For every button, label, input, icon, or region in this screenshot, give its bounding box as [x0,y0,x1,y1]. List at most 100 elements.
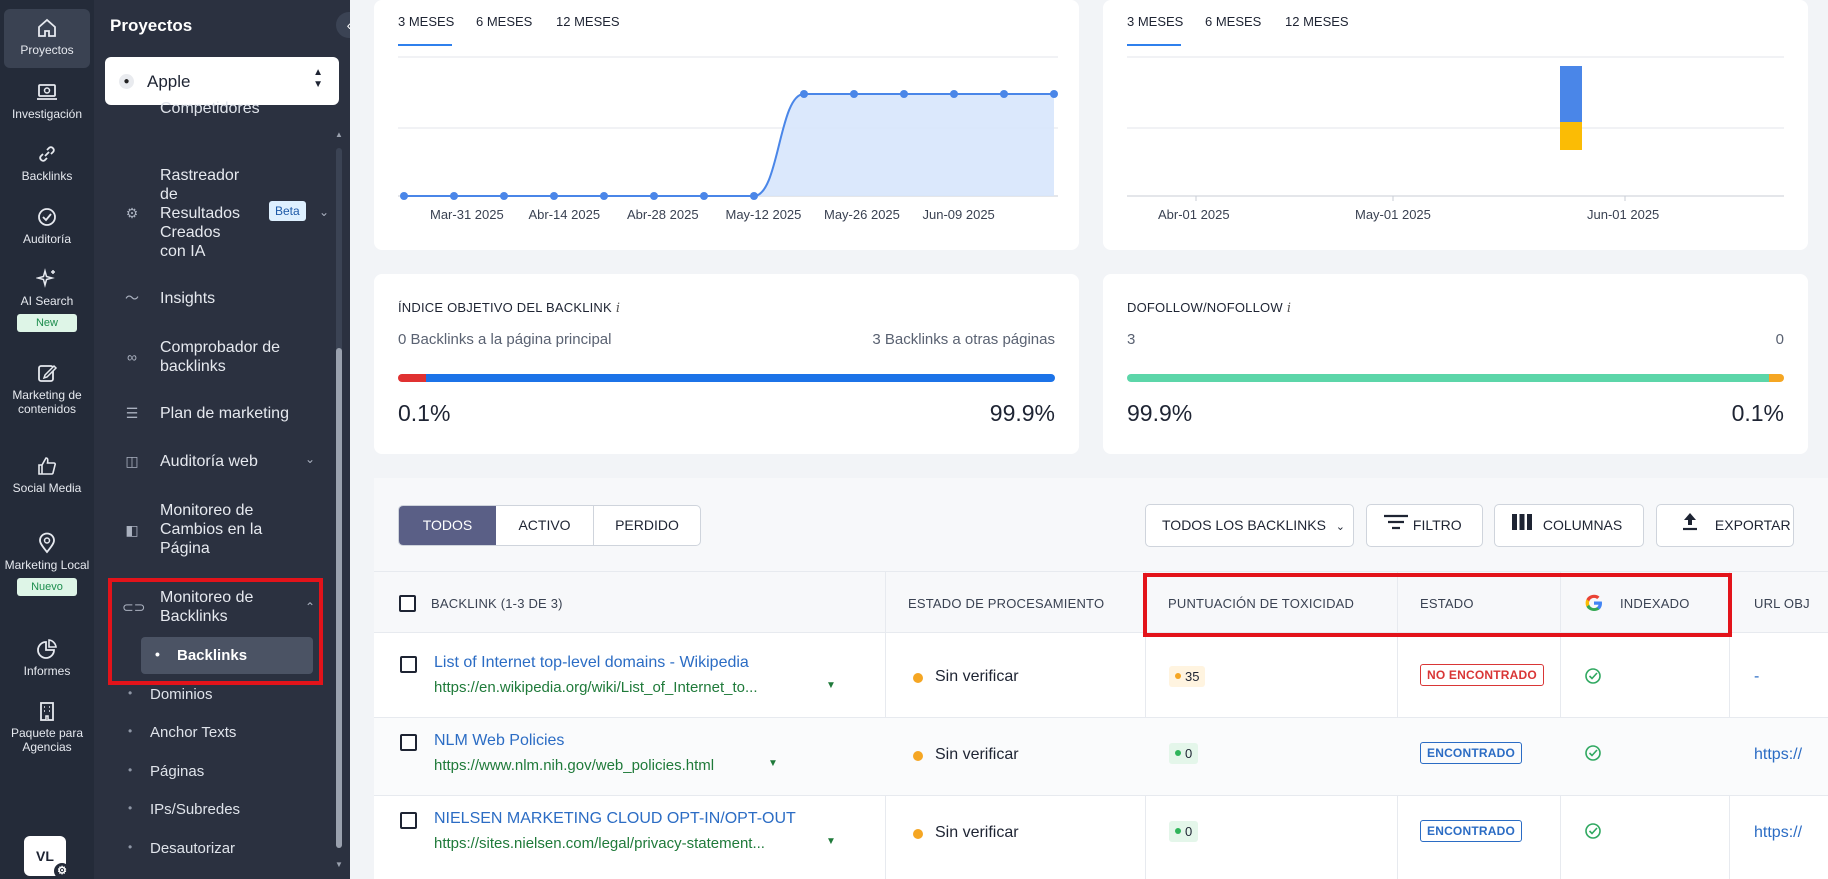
backlink-url-link[interactable]: https://www.nlm.nih.gov/web_policies.htm… [434,757,714,774]
target-url-link[interactable]: - [1754,668,1759,686]
export-button[interactable]: EXPORTAR [1656,504,1794,547]
data-point [550,192,558,200]
metric-title-text: DOFOLLOW/NOFOLLOW [1127,300,1283,315]
scroll-down-icon[interactable]: ▼ [335,860,343,869]
row-checkbox[interactable] [400,734,417,751]
column-header-backlink[interactable]: BACKLINK (1-3 DE 3) [431,596,563,611]
info-icon[interactable]: i [616,301,620,316]
rail-item-proyectos[interactable]: Proyectos [4,9,90,68]
column-header-processing[interactable]: ESTADO DE PROCESAMIENTO [908,596,1104,611]
scroll-thumb[interactable] [336,348,342,848]
rail-item-auditoria[interactable]: Auditoría [4,206,90,246]
data-point [450,192,458,200]
segment-perdido[interactable]: PERDIDO [594,506,700,545]
rail-item-informes[interactable]: Informes [4,638,90,678]
ai-tracker-icon: ⚙ [125,205,139,221]
rail-item-investigacion[interactable]: Investigación [4,81,90,121]
chevron-up-icon: ⌃ [305,600,316,614]
caret-down-icon[interactable]: ▼ [826,836,836,847]
rail-label: Marketing de contenidos [12,388,82,416]
sidebar-item-monitoreo-backlinks[interactable]: ⊂⊃ Monitoreo de Backlinks ⌃ [110,588,320,628]
link-icon [39,146,55,162]
target-url-link[interactable]: https:// [1754,746,1802,764]
ratio-bar [1127,374,1784,382]
upload-icon [1681,506,1711,547]
collapse-sidebar-button[interactable]: ‹ [336,12,350,38]
left-rail: Proyectos Investigación Backlinks Audito… [0,0,94,879]
sidebar-subitem-dominios[interactable]: Dominios [128,686,212,703]
data-point [400,192,408,200]
gear-icon[interactable]: ⚙ [54,863,70,879]
backlink-url-link[interactable]: https://sites.nielsen.com/legal/privacy-… [434,835,765,852]
caret-down-icon[interactable]: ▼ [768,758,778,769]
info-icon[interactable]: i [1287,301,1291,316]
row-checkbox[interactable] [400,656,417,673]
thumbs-up-icon [38,457,56,475]
all-backlinks-dropdown[interactable]: TODOS LOS BACKLINKS ⌄ [1145,504,1354,547]
row-checkbox[interactable] [400,812,417,829]
metric-left-value: 0.1% [398,400,451,426]
sidebar-item-label: Competidores [160,100,260,116]
x-tick-label: Mar-31 2025 [430,207,504,222]
target-index-card: ÍNDICE OBJETIVO DEL BACKLINK i 0 Backlink… [374,274,1079,454]
caret-down-icon[interactable]: ▼ [826,680,836,691]
bar-segment [1560,66,1582,122]
indexed-check-icon [1585,745,1601,761]
sidebar-item-label: Monitoreo de Backlinks [160,589,254,625]
sidebar-item-auditoria-web[interactable]: ◫ Auditoría web ⌄ [110,452,320,474]
x-tick-label: Abr-01 2025 [1158,207,1230,222]
google-icon [1584,593,1604,618]
backlink-title-link[interactable]: NLM Web Policies [434,732,564,750]
metric-left-sub: 0 Backlinks a la página principal [398,331,612,348]
sidebar-item-rastreador-ia[interactable]: ⚙ Rastreador de Resultados Creados con I… [110,166,329,262]
segment-activo[interactable]: ACTIVO [496,506,594,545]
columns-button[interactable]: COLUMNAS [1494,504,1644,547]
target-url-link[interactable]: https:// [1754,824,1802,842]
avatar[interactable]: VL ⚙ [24,836,70,879]
processing-status: Sin verificar [913,668,1019,685]
rail-item-marketing-contenidos[interactable]: Marketing de contenidos [4,362,90,416]
rail-label: Paquete para Agencias [10,726,84,754]
rail-item-marketing-local[interactable]: Marketing Local Nuevo [4,532,90,596]
sidebar-item-monitoreo-cambios[interactable]: ◧ Monitoreo de Cambios en la Página [110,501,320,561]
sidebar-item-label: Monitoreo de Cambios en la Página [160,502,263,557]
indexed-check-icon [1585,668,1601,684]
rail-item-social-media[interactable]: Social Media [4,455,90,495]
panel-title: Proyectos [110,16,193,35]
column-header-status[interactable]: ESTADO [1420,596,1474,611]
sidebar-item-comprobador[interactable]: ∞ Comprobador de backlinks [110,338,320,378]
divider [374,632,1828,633]
sidebar-subitem-ips[interactable]: IPs/Subredes [128,801,240,818]
sidebar-item-plan-marketing[interactable]: ☰ Plan de marketing [110,404,320,426]
sidebar-subitem-paginas[interactable]: Páginas [128,763,204,780]
x-tick-label: May-01 2025 [1355,207,1431,222]
sidebar-subitem-backlinks[interactable]: • Backlinks [141,637,313,674]
column-header-url[interactable]: URL OBJ [1754,596,1810,611]
sidebar-item-insights[interactable]: 〜 Insights [110,289,320,311]
backlinks-table-card: TODOS ACTIVO PERDIDO TODOS LOS BACKLINKS… [374,478,1828,879]
rail-item-backlinks[interactable]: Backlinks [4,143,90,183]
select-all-checkbox[interactable] [399,595,416,612]
rail-item-paquete-agencias[interactable]: Paquete para Agencias [4,700,90,754]
column-header-indexed[interactable]: INDEXADO [1620,596,1690,611]
status-segmented-control: TODOS ACTIVO PERDIDO [398,505,701,546]
sidebar-item-competidores[interactable]: Competidores [160,94,310,116]
data-point [700,192,708,200]
sidebar-subitem-desautorizar[interactable]: Desautorizar [128,840,235,857]
backlink-title-link[interactable]: NIELSEN MARKETING CLOUD OPT-IN/OPT-OUT [434,810,796,828]
projects-panel: Proyectos ‹ ● Apple ▲▼ Competidores ⚙ Ra… [94,0,350,879]
segment-todos[interactable]: TODOS [399,506,496,545]
filter-button[interactable]: FILTRO [1366,504,1483,547]
column-header-toxicity[interactable]: PUNTUACIÓN DE TOXICIDAD [1168,596,1354,611]
backlink-title-link[interactable]: List of Internet top-level domains - Wik… [434,654,749,672]
web-audit-icon: ◫ [125,453,139,469]
sidebar-subitem-anchor-texts[interactable]: Anchor Texts [128,724,237,741]
rail-label: Social Media [12,481,82,495]
scroll-up-icon[interactable]: ▲ [335,130,343,139]
rail-label: Investigación [11,107,83,121]
rail-item-ai-search[interactable]: AI Search New [4,268,90,332]
backlink-url-link[interactable]: https://en.wikipedia.org/wiki/List_of_In… [434,679,758,696]
data-point [800,90,808,98]
sidebar-scrollbar[interactable]: ▲ ▼ [335,130,343,870]
rail-label: AI Search [20,294,74,308]
